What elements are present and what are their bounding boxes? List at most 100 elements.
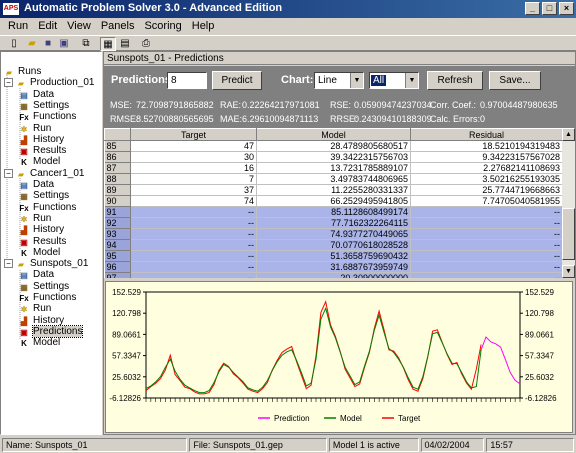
tree-item-model[interactable]: K Model [18, 247, 60, 259]
menu-scoring[interactable]: Scoring [139, 18, 186, 35]
tree-item-functions[interactable]: Fx Functions [18, 111, 76, 123]
tree-item-run[interactable]: ✲ Run [18, 303, 52, 315]
open-folder-icon[interactable]: ▰ [24, 37, 40, 51]
tree-item-settings[interactable]: ▦ Settings [18, 190, 69, 202]
residual-cell: -- [410, 239, 563, 251]
corr-value: 0.97004487980635 [480, 100, 558, 110]
tree-item-model[interactable]: K Model [18, 156, 60, 168]
target-series-line [145, 300, 482, 395]
copy-icon[interactable]: ⧉ [78, 37, 94, 51]
tree-item-run[interactable]: ✲ Run [18, 212, 52, 225]
table-row[interactable]: 88 7 3.49783744806965 3.50216255193035 [104, 173, 563, 185]
new-file-icon[interactable]: ▯ [6, 37, 22, 51]
table-row[interactable]: 86 30 39.3422315756703 9.34223157567028 [104, 151, 563, 163]
row-number-cell: 93 [104, 228, 131, 240]
table-row[interactable]: 90 74 66.2529495941805 7.74705040581955 [104, 195, 563, 207]
rrse-value: 0.24309410188309 [354, 114, 432, 124]
y-tick-label-right: 25.6032 [525, 373, 554, 382]
menu-view[interactable]: View [62, 18, 96, 35]
refresh-button-label: Refresh [437, 75, 473, 86]
tree-root-runs[interactable]: ▰ Runs [3, 66, 41, 78]
scrollbar-thumb[interactable] [562, 208, 575, 260]
table-row[interactable]: 85 47 28.4789805680517 18.5210194319483 [104, 140, 563, 152]
tree-item-functions[interactable]: Fx Functions [18, 292, 76, 304]
tree-item-history[interactable]: ▟ History [18, 224, 64, 236]
tree-run-label: Production_01 [30, 77, 95, 89]
column-header-residual[interactable]: Residual [410, 128, 563, 141]
title-bar: APS Automatic Problem Solver 3.0 - Advan… [0, 0, 576, 18]
y-tick-label-left: 89.0661 [112, 330, 141, 339]
refresh-button[interactable]: Refresh [427, 71, 483, 90]
tree-item-history[interactable]: ▟ History [18, 315, 64, 327]
line-chart-svg: 152.529 152.529 120.798 120.798 89.0661 89.06… [109, 288, 557, 423]
residual-cell: 7.74705040581955 [410, 195, 563, 207]
minimize-button[interactable]: _ [525, 2, 540, 15]
tree-item-settings[interactable]: ▦ Settings [18, 100, 69, 112]
tree-item-history[interactable]: ▟ History [18, 134, 64, 146]
tree-item-functions[interactable]: Fx Functions [18, 202, 76, 214]
predictions-input[interactable]: 8 [167, 72, 207, 89]
table-row[interactable]: 89 37 11.2255280331337 25.7744719668663 [104, 184, 563, 196]
print-icon[interactable]: ⎙ [138, 37, 154, 51]
menu-panels[interactable]: Panels [96, 18, 140, 35]
tree-item-label: History [33, 314, 65, 326]
target-cell: -- [130, 261, 257, 273]
tree-item-predictions[interactable]: ▣ Predictions [18, 324, 84, 338]
table-row[interactable]: 95 -- 51.3658759690432 -- [104, 250, 563, 262]
table-row[interactable]: 91 -- 85.1128608499174 -- [104, 206, 563, 218]
chart-type-select[interactable]: Line ▼ [314, 72, 364, 89]
collapse-icon[interactable]: − [4, 78, 13, 88]
collapse-icon[interactable]: − [4, 259, 13, 269]
tree-item-run[interactable]: ✲ Run [18, 123, 52, 135]
tree-run-1[interactable]: − ▰ Cancer1_01 [4, 168, 84, 180]
table-row[interactable]: 96 -- 31.6887673959749 -- [104, 261, 563, 273]
tree-item-results[interactable]: ▣ Results [18, 145, 66, 157]
table-row[interactable]: 94 -- 70.0770618028528 -- [104, 239, 563, 251]
model-cell: 3.49783744806965 [256, 173, 411, 185]
chevron-down-icon[interactable]: ▼ [405, 73, 418, 88]
menu-help[interactable]: Help [187, 18, 220, 35]
menu-run[interactable]: Run [3, 18, 33, 35]
close-button[interactable]: × [559, 2, 574, 15]
tree-item-data[interactable]: ▤ Data [18, 269, 54, 281]
tree-run-0[interactable]: − ▰ Production_01 [4, 77, 95, 89]
model-cell: 51.3658759690432 [256, 250, 411, 262]
model-cell: 70.0770618028528 [256, 239, 411, 251]
tree-run-2[interactable]: − ▰ Sunspots_01 [4, 258, 88, 270]
maximize-button[interactable]: □ [542, 2, 557, 15]
column-header-row-number[interactable] [104, 128, 131, 141]
save-button[interactable]: Save... [489, 71, 541, 90]
save-all-icon[interactable]: ▣ [56, 37, 72, 51]
tree-label: Runs [18, 66, 42, 77]
save-icon[interactable]: ■ [40, 37, 56, 51]
column-header-target[interactable]: Target [130, 128, 257, 141]
table-row[interactable]: 87 16 13.7231785889107 2.27682141108693 [104, 162, 563, 174]
table-row[interactable]: 92 -- 77.7162322264115 -- [104, 217, 563, 229]
collapse-icon[interactable]: − [4, 168, 13, 178]
table-row[interactable]: 93 -- 74.9377270449065 -- [104, 228, 563, 240]
tree-item-settings[interactable]: ▦ Settings [18, 281, 69, 293]
legend-label-model: Model [340, 414, 362, 423]
menu-edit[interactable]: Edit [33, 18, 62, 35]
column-header-model[interactable]: Model [256, 128, 411, 141]
scroll-up-icon[interactable]: ▲ [562, 128, 575, 141]
tree-item-label: Run [33, 212, 52, 224]
tree-item-data[interactable]: ▤ Data [18, 179, 54, 191]
series-select[interactable]: All ▼ [369, 72, 419, 89]
residual-cell: 2.27682141108693 [410, 162, 563, 174]
y-tick-label-right: 57.3347 [525, 352, 554, 361]
tree-item-model[interactable]: K Model [18, 337, 60, 349]
predict-button[interactable]: Predict [212, 71, 262, 90]
grid-view-icon[interactable]: ▦ [100, 37, 116, 51]
table-view-icon[interactable]: ▤ [117, 37, 133, 51]
table-vertical-scrollbar[interactable]: ▲ ▼ [562, 128, 575, 278]
model-cell: 85.1128608499174 [256, 206, 411, 218]
chevron-down-icon[interactable]: ▼ [350, 73, 363, 88]
tree-item-label: Results [33, 235, 67, 247]
table-row[interactable]: 97 -- 20.30900000000 -- [104, 272, 563, 278]
tree-item-data[interactable]: ▤ Data [18, 89, 54, 101]
scroll-down-icon[interactable]: ▼ [562, 265, 575, 278]
row-number-cell: 92 [104, 217, 131, 229]
tree-item-results[interactable]: ▣ Results [18, 236, 66, 248]
model-cell: 13.7231785889107 [256, 162, 411, 174]
